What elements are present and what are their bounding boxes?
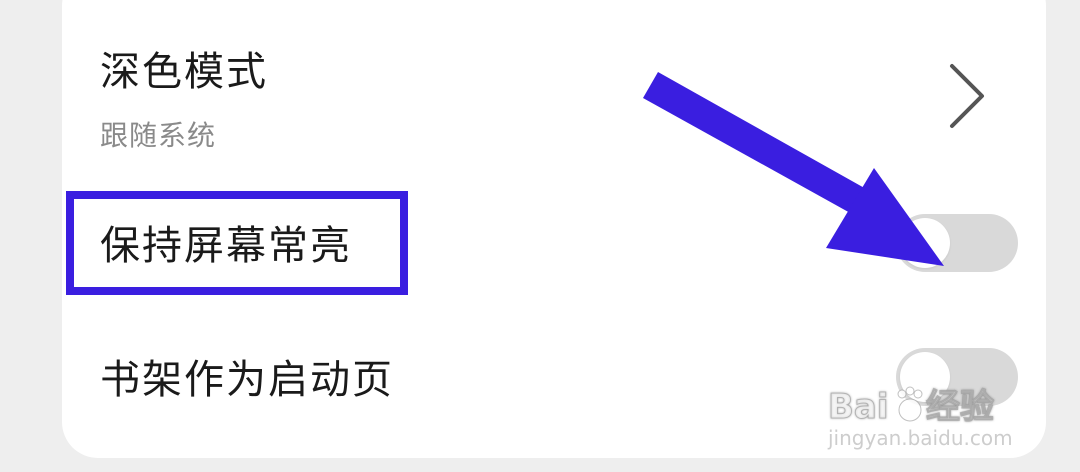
screen: 深色模式 跟随系统 保持屏幕常亮 书架作为启动页 Bai 经验 jingyan.… — [0, 0, 1080, 472]
watermark: Bai 经验 jingyan.baidu.com — [828, 384, 1024, 456]
watermark-domain: jingyan.baidu.com — [828, 426, 1013, 450]
annotation-highlight-box — [66, 191, 408, 295]
dark-mode-label: 深色模式 — [100, 49, 268, 95]
dark-mode-value: 跟随系统 — [100, 119, 217, 152]
keep-screen-on-toggle[interactable] — [896, 214, 1018, 272]
svg-text:Bai: Bai — [828, 387, 889, 427]
bookshelf-startup-label: 书架作为启动页 — [100, 357, 394, 403]
chevron-right-icon[interactable] — [944, 60, 990, 132]
svg-text:经验: 经验 — [926, 387, 994, 427]
toggle-knob — [900, 218, 950, 268]
baidu-paw-logo-icon: Bai 经验 — [828, 386, 995, 428]
